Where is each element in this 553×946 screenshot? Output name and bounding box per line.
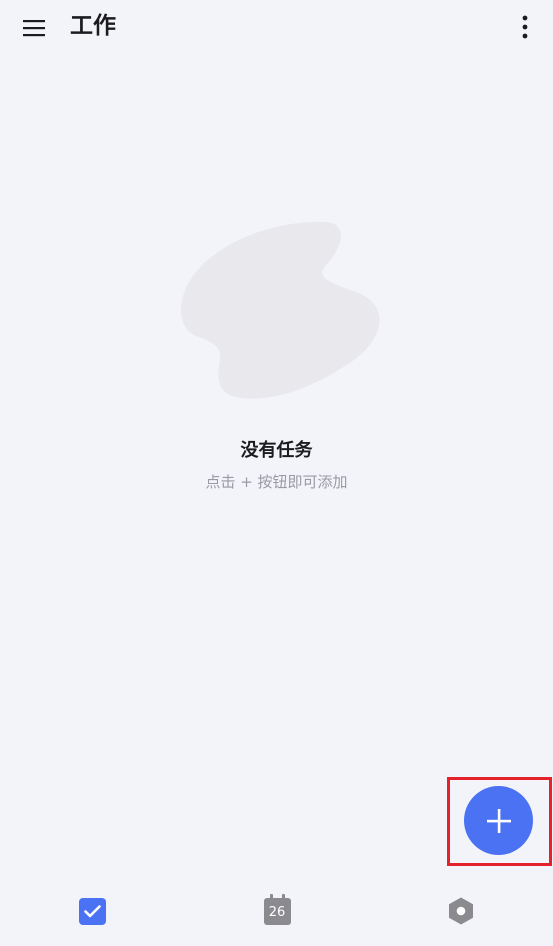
menu-button[interactable] xyxy=(18,12,50,44)
bottom-navigation: 26 xyxy=(0,876,553,946)
empty-state-subtitle: 点击 + 按钮即可添加 xyxy=(205,473,348,491)
nav-settings-tab[interactable] xyxy=(441,893,481,929)
more-vertical-icon xyxy=(522,15,528,39)
more-options-button[interactable] xyxy=(513,12,537,42)
empty-state-title: 没有任务 xyxy=(240,440,313,461)
add-task-button[interactable] xyxy=(464,786,533,855)
hexagon-settings-icon xyxy=(449,897,473,925)
calendar-day-number: 26 xyxy=(268,904,286,920)
page-title: 工作 xyxy=(70,13,116,39)
check-square-icon xyxy=(78,897,106,925)
nav-tasks-tab[interactable] xyxy=(72,893,112,929)
calendar-icon: 26 xyxy=(263,893,291,925)
plus-icon xyxy=(486,808,511,833)
nav-calendar-tab[interactable]: 26 xyxy=(257,893,297,929)
hamburger-menu-icon xyxy=(23,20,45,37)
blob-illustration xyxy=(181,221,380,399)
top-app-bar: 工作 xyxy=(0,0,553,54)
